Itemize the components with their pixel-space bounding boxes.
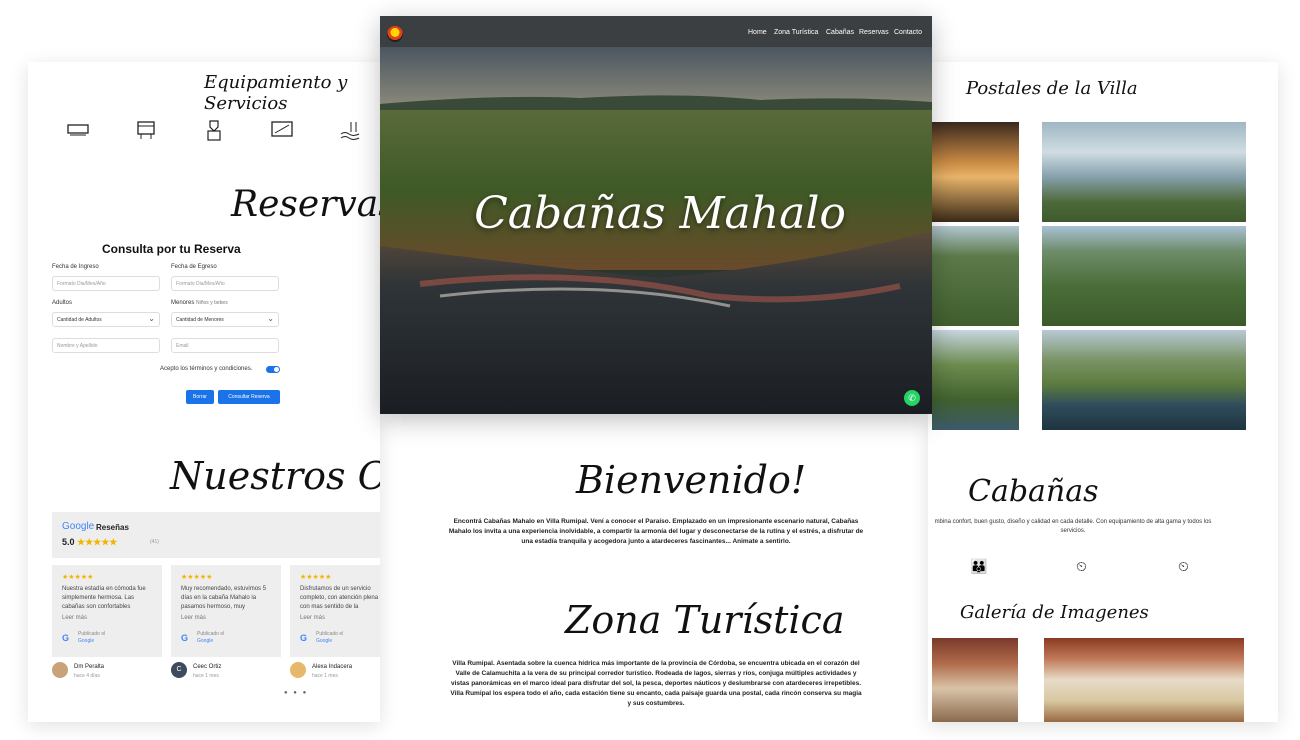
review-stars: ★★★★★	[181, 574, 213, 581]
zona-text: Villa Rumipal. Asentada sobre la cuenca …	[450, 660, 862, 707]
whatsapp-icon[interactable]: ✆	[904, 390, 920, 406]
postal-photo-river[interactable]	[932, 330, 1019, 430]
source-label: Google	[197, 638, 214, 644]
reviewer-name: Ceec Ortiz	[193, 664, 222, 670]
hero-title: Cabañas Mahalo	[474, 188, 846, 239]
menores-label-text: Menores	[171, 300, 195, 306]
form-title: Consulta por tu Reserva	[102, 242, 241, 256]
postales-title: Postales de la Villa	[966, 78, 1138, 99]
equipamiento-title: Equipamiento y Servicios	[204, 72, 348, 114]
reviewer-ago: hace 1 mes	[312, 673, 338, 679]
review-source: Publicado el Google	[78, 631, 105, 645]
right-panel: Postales de la Villa Cabañas mbina confo…	[928, 62, 1278, 722]
zona-title: Zona Turística	[565, 598, 845, 642]
bienvenido-text: Encontrá Cabañas Mahalo en Villa Rumipal…	[448, 518, 864, 545]
reviewer-name: Alexa Indacera	[312, 664, 353, 670]
consultar-button[interactable]: Consultar Reserva	[218, 390, 280, 404]
grill-icon	[134, 120, 158, 140]
resenas-label: Reseñas	[96, 523, 129, 532]
menores-select[interactable]: Cantidad de Menores	[171, 311, 279, 327]
review-card: ★★★★★ Muy recomendado, estuvimos 5 días …	[171, 565, 281, 657]
source-label: Google	[78, 638, 95, 644]
avatar	[52, 662, 68, 678]
air-conditioner-icon	[66, 120, 90, 140]
review-text: Nuestra estadía en cómoda fue simplement…	[62, 586, 146, 610]
review-text: Disfrutamos de un servicio completo, con…	[300, 586, 380, 610]
terms-toggle[interactable]	[266, 366, 280, 373]
posted-label: Publicado el	[78, 631, 106, 637]
postal-photo-town[interactable]	[1042, 226, 1246, 326]
fecha-ingreso-input[interactable]: Formato Dia/Mes/Año	[52, 276, 160, 291]
reservas-title: Reservas	[231, 184, 380, 225]
cabanas-text: mbina confort, buen gusto, diseño y cali…	[934, 519, 1212, 534]
review-source: Publicado el Google	[197, 631, 224, 645]
posted-label: Publicado el	[316, 631, 344, 637]
rating-stars: ★★★★★	[77, 537, 118, 547]
nav-reservas[interactable]: Reservas	[859, 29, 889, 36]
postal-photo-lake[interactable]	[1042, 122, 1246, 222]
postal-photo-sunset-dock[interactable]	[932, 122, 1019, 222]
cabanas-title: Cabañas	[968, 474, 1099, 509]
postal-photo-valley[interactable]	[932, 226, 1019, 326]
bienvenido-title: Bienvenido!	[576, 458, 807, 502]
rating-summary: 5.0 ★★★★★	[62, 537, 117, 548]
google-g-icon: G	[62, 633, 70, 643]
rating-value: 5.0	[62, 537, 75, 547]
nombre-input[interactable]: Nombre y Apellido	[52, 338, 160, 353]
review-stars: ★★★★★	[300, 574, 332, 581]
google-reviews-summary: Google Reseñas 5.0 ★★★★★ (41)	[52, 512, 380, 558]
source-label: Google	[316, 638, 333, 644]
left-panel: Equipamiento y Servicios Reservas Consul…	[28, 62, 380, 722]
family-icon: 👪	[970, 558, 988, 574]
reviewer-ago: hace 4 días	[74, 673, 100, 679]
fecha-ingreso-label: Fecha de Ingreso	[52, 264, 99, 270]
pool-icon	[338, 120, 362, 140]
posted-label: Publicado el	[197, 631, 225, 637]
read-more-link[interactable]: Leer más	[181, 615, 206, 621]
barbecue-icon	[202, 120, 226, 141]
adultos-select[interactable]: Cantidad de Adultos	[52, 311, 160, 327]
google-word: Google	[62, 521, 95, 532]
gallery-photo-living[interactable]	[1044, 638, 1244, 722]
google-logo: Google	[62, 521, 94, 532]
review-text: Muy recomendado, estuvimos 5 días en la …	[181, 586, 267, 610]
postal-photo-shore[interactable]	[1042, 330, 1246, 430]
equipment-icons	[66, 120, 362, 141]
nav-home[interactable]: Home	[748, 29, 767, 36]
review-source: Publicado el Google	[316, 631, 343, 645]
read-more-link[interactable]: Leer más	[62, 615, 87, 621]
google-g-icon: G	[300, 633, 308, 643]
google-g-icon: G	[181, 633, 189, 643]
menores-hint: Niños y bebes	[196, 300, 228, 306]
review-card: ★★★★★ Nuestra estadía en cómoda fue simp…	[52, 565, 162, 657]
menores-label: Menores Niños y bebes	[171, 300, 228, 306]
logo[interactable]	[387, 26, 403, 42]
avatar	[290, 662, 306, 678]
adultos-label: Adultos	[52, 300, 73, 306]
reviewer-ago: hace 1 mes	[193, 673, 219, 679]
email-input[interactable]: Email	[171, 338, 279, 353]
tv-icon	[270, 120, 294, 140]
nav-contacto[interactable]: Contacto	[894, 29, 922, 36]
nav-zona-turistica[interactable]: Zona Turística	[774, 29, 818, 36]
avatar: C	[171, 662, 187, 678]
review-stars: ★★★★★	[62, 574, 94, 581]
galeria-title: Galería de Imagenes	[960, 602, 1149, 623]
borrar-button[interactable]: Borrar	[186, 390, 214, 404]
review-card: ★★★★★ Disfrutamos de un servicio complet…	[290, 565, 380, 657]
fecha-egreso-label: Fecha de Egreso	[171, 264, 217, 270]
navbar: Home Zona Turística Cabañas Reservas Con…	[380, 16, 932, 47]
gallery-photo-loft[interactable]	[932, 638, 1018, 722]
read-more-link[interactable]: Leer más	[300, 615, 325, 621]
reviewer-name: Dm Peralta	[74, 664, 105, 670]
kitchen-icon: ⏲	[1178, 558, 1189, 574]
review-count: (41)	[150, 539, 159, 545]
dining-icon: ⏲	[1076, 558, 1087, 574]
nav-cabanas[interactable]: Cabañas	[826, 29, 854, 36]
carousel-dots[interactable]: ● ● ●	[284, 690, 308, 696]
hero-section: Home Zona Turística Cabañas Reservas Con…	[380, 16, 932, 414]
clientes-title: Nuestros Clientes	[170, 454, 380, 498]
fecha-egreso-input[interactable]: Formato Dia/Mes/Año	[171, 276, 279, 291]
terms-label: Acepto los términos y condiciones.	[160, 366, 253, 372]
